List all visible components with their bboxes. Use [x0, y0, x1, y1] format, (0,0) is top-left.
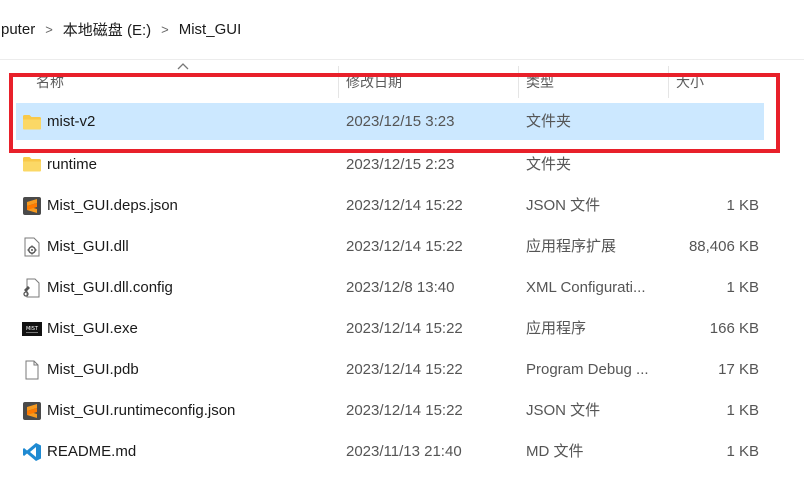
file-size: 1 KB — [726, 402, 759, 419]
file-row[interactable]: Mist_GUI.dll.config 2023/12/8 13:40 XML … — [16, 267, 764, 308]
chevron-right-icon: > — [45, 22, 53, 37]
file-date: 2023/12/15 2:23 — [346, 156, 455, 173]
file-type: 应用程序扩展 — [526, 238, 617, 255]
file-name: Mist_GUI.dll.config — [47, 279, 173, 296]
file-row[interactable]: MIST Mist_GUI.exe 2023/12/14 15:22 应用程序 … — [16, 308, 764, 349]
file-name: Mist_GUI.runtimeconfig.json — [47, 402, 236, 419]
exe-icon: MIST — [22, 319, 42, 339]
file-date: 2023/11/13 21:40 — [346, 443, 462, 460]
file-row[interactable]: Mist_GUI.pdb 2023/12/14 15:22 Program De… — [16, 349, 764, 390]
column-header: 名称 修改日期 类型 大小 — [16, 66, 766, 98]
breadcrumb-item-computer[interactable]: puter — [0, 21, 39, 38]
column-divider[interactable] — [518, 66, 519, 98]
column-header-date[interactable]: 修改日期 — [346, 72, 402, 92]
file-date: 2023/12/14 15:22 — [346, 320, 463, 337]
file-date: 2023/12/14 15:22 — [346, 197, 463, 214]
file-type: MD 文件 — [526, 443, 584, 460]
file-row[interactable]: Mist_GUI.runtimeconfig.json 2023/12/14 1… — [16, 390, 764, 431]
file-name: Mist_GUI.dll — [47, 238, 129, 255]
file-size: 88,406 KB — [688, 238, 759, 255]
column-divider[interactable] — [668, 66, 669, 98]
file-name: runtime — [47, 156, 98, 173]
file-size: 1 KB — [726, 197, 759, 214]
file-type: 应用程序 — [526, 320, 587, 337]
file-row[interactable]: runtime 2023/12/15 2:23 文件夹 — [16, 144, 764, 185]
file-name: Mist_GUI.exe — [47, 320, 138, 337]
file-type: JSON 文件 — [526, 402, 601, 419]
file-date: 2023/12/14 15:22 — [346, 238, 463, 255]
file-name: mist-v2 — [47, 113, 96, 130]
file-size: 17 KB — [718, 361, 759, 378]
folder-icon — [22, 155, 42, 175]
breadcrumb-item-drive-e[interactable]: 本地磁盘 (E:) — [59, 19, 155, 40]
chevron-right-icon: > — [161, 22, 169, 37]
column-header-type[interactable]: 类型 — [526, 72, 554, 92]
file-icon — [22, 360, 42, 380]
dll-icon — [22, 237, 42, 257]
file-size: 1 KB — [726, 443, 759, 460]
file-name: Mist_GUI.pdb — [47, 361, 139, 378]
file-row[interactable]: Mist_GUI.deps.json 2023/12/14 15:22 JSON… — [16, 185, 764, 226]
file-date: 2023/12/14 15:22 — [346, 402, 463, 419]
file-list: mist-v2 2023/12/15 3:23 文件夹 runtime 2023… — [16, 103, 764, 472]
file-row[interactable]: Mist_GUI.dll 2023/12/14 15:22 应用程序扩展 88,… — [16, 226, 764, 267]
file-date: 2023/12/14 15:22 — [346, 361, 463, 378]
folder-icon — [22, 113, 42, 133]
sublime-icon — [22, 196, 42, 216]
file-row[interactable]: mist-v2 2023/12/15 3:23 文件夹 — [16, 103, 764, 140]
file-name: README.md — [47, 443, 137, 460]
file-type: 文件夹 — [526, 113, 572, 130]
vscode-icon — [22, 442, 42, 462]
file-type: 文件夹 — [526, 156, 572, 173]
svg-text:MIST: MIST — [26, 326, 39, 332]
column-header-name[interactable]: 名称 — [36, 72, 64, 92]
file-size: 166 KB — [709, 320, 759, 337]
file-row[interactable]: README.md 2023/11/13 21:40 MD 文件 1 KB — [16, 431, 764, 472]
file-type: XML Configurati... — [526, 279, 646, 296]
file-size: 1 KB — [726, 279, 759, 296]
file-type: JSON 文件 — [526, 197, 601, 214]
column-header-size[interactable]: 大小 — [676, 72, 704, 92]
sublime-icon — [22, 401, 42, 421]
config-icon — [22, 278, 42, 298]
column-divider[interactable] — [338, 66, 339, 98]
file-date: 2023/12/8 13:40 — [346, 279, 455, 296]
file-date: 2023/12/15 3:23 — [346, 113, 455, 130]
file-name: Mist_GUI.deps.json — [47, 197, 178, 214]
breadcrumb: puter > 本地磁盘 (E:) > Mist_GUI — [0, 0, 804, 60]
breadcrumb-item-mist-gui[interactable]: Mist_GUI — [175, 21, 246, 38]
file-type: Program Debug ... — [526, 361, 649, 378]
